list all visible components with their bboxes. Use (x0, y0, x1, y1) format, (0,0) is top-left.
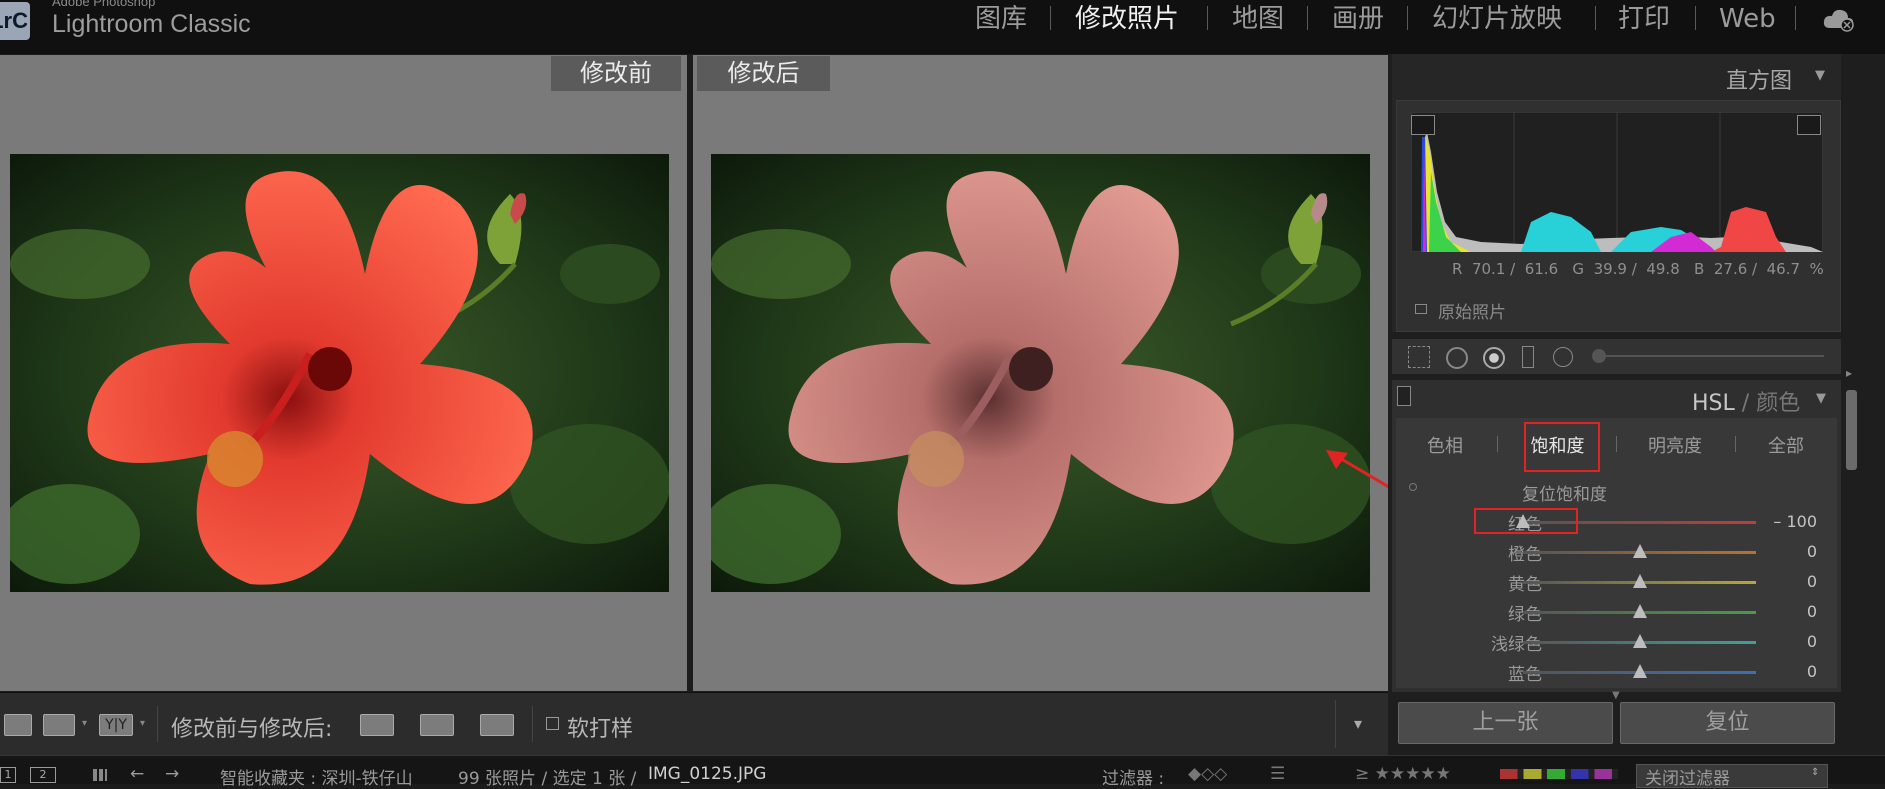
filmstrip-page-2[interactable]: 2 (30, 767, 56, 783)
toolbar-menu-chevron-icon[interactable]: ▾ (1354, 714, 1362, 733)
rating-filter[interactable]: ≥ ★★★★★ (1355, 764, 1451, 784)
tab-hue[interactable]: 色相 (1395, 432, 1495, 458)
chevron-down-icon[interactable]: ▾ (140, 718, 145, 729)
back-arrow-icon[interactable]: ← (130, 764, 144, 784)
reset-saturation-label[interactable]: 复位饱和度 (1522, 480, 1607, 505)
chevron-down-icon[interactable]: ▾ (82, 718, 87, 729)
swap-settings-icon[interactable] (480, 714, 514, 736)
forward-arrow-icon[interactable]: → (165, 764, 179, 784)
before-label: 修改前 (551, 56, 681, 91)
module-print[interactable]: 打印 (1618, 0, 1670, 38)
annotation-box-tab (1524, 422, 1600, 472)
tab-separator (1497, 436, 1498, 452)
filter-preset-value: 关闭过滤器 (1645, 769, 1730, 789)
loupe-view-icon[interactable] (4, 714, 32, 736)
spot-removal-icon[interactable] (1446, 347, 1468, 369)
annotation-box-red (1474, 508, 1578, 534)
grid-icon[interactable] (93, 769, 107, 781)
slider-value[interactable]: 0 (1762, 632, 1817, 651)
yy-view-button[interactable]: Y|Y (99, 714, 133, 736)
module-develop[interactable]: 修改照片 (1075, 0, 1179, 38)
hsl-title-sep: / (1741, 391, 1750, 416)
collapse-triangle-icon[interactable]: ▼ (1816, 391, 1826, 406)
slider-value[interactable]: 0 (1762, 542, 1817, 561)
module-book[interactable]: 画册 (1332, 0, 1384, 38)
filmstrip-source-path[interactable]: 智能收藏夹 : 深圳-铁仔山 (220, 764, 413, 789)
hsl-title[interactable]: HSL / 颜色 (1692, 385, 1800, 417)
before-photo (10, 154, 669, 592)
previous-button[interactable]: 上一张 (1398, 702, 1613, 744)
tab-luminance[interactable]: 明亮度 (1625, 432, 1725, 458)
rgb-readout: R 70.1 / 61.6 G 39.9 / 49.8 B 27.6 / 46.… (1452, 260, 1824, 278)
red-eye-icon[interactable] (1483, 347, 1505, 369)
slider-thumb[interactable] (1632, 544, 1647, 558)
soft-proof-checkbox[interactable] (546, 717, 559, 730)
module-separator (1795, 6, 1796, 30)
slider-value[interactable]: 0 (1762, 602, 1817, 621)
highlight-clipping-icon[interactable] (1797, 115, 1821, 135)
before-after-view-icon[interactable] (43, 714, 75, 736)
panel-scrollbar[interactable] (1846, 390, 1857, 470)
toolbar-divider (532, 706, 533, 742)
module-separator (1595, 6, 1596, 30)
hsl-title-hsl: HSL (1692, 391, 1735, 416)
slider-value[interactable]: – 100 (1762, 512, 1817, 531)
histogram-graph (1411, 112, 1823, 252)
module-separator (1307, 6, 1308, 30)
tab-all[interactable]: 全部 (1736, 432, 1836, 458)
collapse-triangle-icon[interactable]: ▼ (1815, 68, 1825, 83)
crop-tool-icon[interactable] (1408, 346, 1430, 368)
module-slideshow[interactable]: 幻灯片放映 (1432, 0, 1562, 38)
top-bar (0, 0, 1885, 54)
before-after-label: 修改前与修改后: (171, 717, 333, 742)
histogram-title: 直方图 (1726, 69, 1793, 94)
brush-icon[interactable] (1592, 349, 1606, 363)
copy-after-to-before-icon[interactable] (420, 714, 454, 736)
cloud-sync-icon[interactable] (1822, 6, 1856, 32)
original-photo-checkbox[interactable] (1415, 304, 1427, 314)
soft-proof-label: 软打样 (567, 717, 634, 742)
slider-value[interactable]: 0 (1762, 572, 1817, 591)
brand-line-1: Adobe Photoshop (52, 0, 156, 9)
original-photo-label: 原始照片 (1438, 303, 1506, 323)
hsl-title-color: 颜色 (1756, 391, 1801, 416)
tab-separator (1616, 436, 1617, 452)
brand-line-2: Lightroom Classic (52, 10, 251, 38)
scroll-right-icon[interactable]: ▸ (1846, 366, 1852, 380)
color-label-filter[interactable] (1500, 769, 1618, 779)
toolbar-divider (1335, 700, 1336, 748)
module-library[interactable]: 图库 (975, 0, 1027, 38)
target-adjustment-icon[interactable] (1409, 483, 1417, 491)
lightroom-logo: LrC (0, 2, 30, 40)
module-web[interactable]: Web (1719, 0, 1776, 38)
filter-label: 过滤器 : (1102, 769, 1165, 789)
sort-icon[interactable]: ☰ (1270, 764, 1285, 784)
after-label: 修改后 (697, 56, 830, 91)
reset-button[interactable]: 复位 (1620, 702, 1835, 744)
after-photo (711, 154, 1370, 592)
flag-filter-icon[interactable]: ◆◇◇ (1188, 764, 1227, 784)
module-separator (1407, 6, 1408, 30)
slider-value[interactable]: 0 (1762, 662, 1817, 681)
tool-slider-track[interactable] (1606, 355, 1824, 357)
panel-switch-icon[interactable] (1397, 386, 1411, 406)
filmstrip-filename[interactable]: IMG_0125.JPG (648, 764, 766, 784)
slider-thumb[interactable] (1632, 574, 1647, 588)
radial-filter-icon[interactable] (1553, 347, 1573, 367)
slider-thumb[interactable] (1632, 664, 1647, 678)
scroll-more-icon[interactable]: ▼ (1612, 690, 1620, 701)
toolbar-divider (157, 706, 158, 742)
shadow-clipping-icon[interactable] (1411, 115, 1435, 135)
slider-thumb[interactable] (1632, 634, 1647, 648)
module-separator (1050, 6, 1051, 30)
module-separator (1207, 6, 1208, 30)
filmstrip-page-1[interactable]: 1 (0, 767, 16, 783)
filmstrip-count: 99 张照片 / 选定 1 张 / (458, 769, 637, 789)
slider-thumb[interactable] (1632, 604, 1647, 618)
module-map[interactable]: 地图 (1232, 0, 1284, 38)
graduated-filter-icon[interactable] (1522, 346, 1534, 368)
module-separator (1695, 6, 1696, 30)
select-arrows-icon: ⇕ (1811, 767, 1820, 778)
copy-before-to-after-icon[interactable] (360, 714, 394, 736)
